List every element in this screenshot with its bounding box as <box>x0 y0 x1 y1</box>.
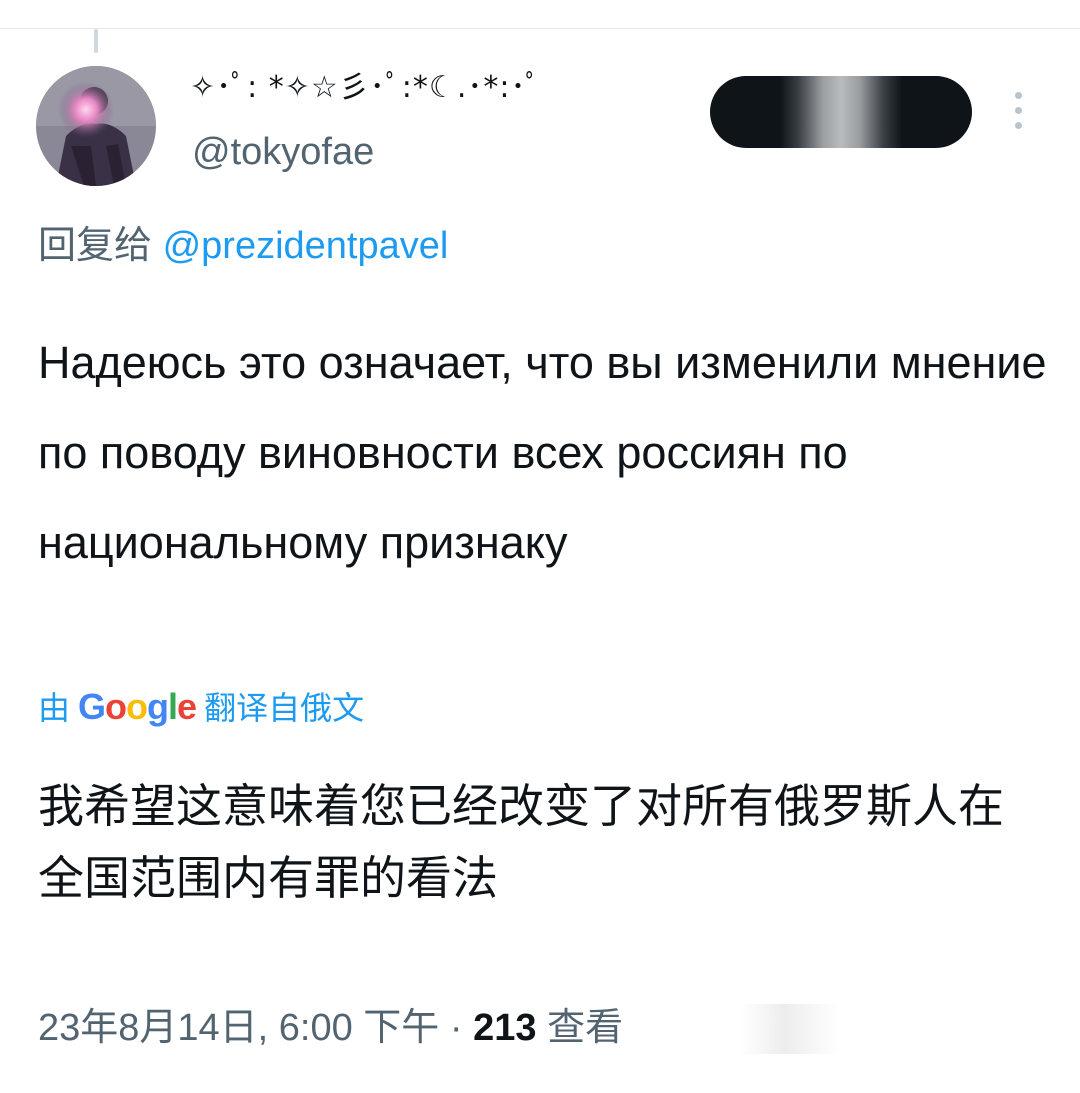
top-divider <box>0 0 1080 29</box>
author-handle[interactable]: @tokyofae <box>192 130 374 174</box>
follow-button[interactable] <box>710 76 972 148</box>
author-display-name[interactable]: ✧･ﾟ: *✧☆彡･ﾟ:*☾.･*:･ﾟ <box>190 68 541 108</box>
tweet-meta: 23年8月14日, 6:00 下午 · 213 查看 <box>38 1002 623 1054</box>
reply-context: 回复给 @prezidentpavel <box>38 222 448 270</box>
tweet-text: Надеюсь это означает, что вы изменили мн… <box>38 337 1047 568</box>
reply-mention-link[interactable]: @prezidentpavel <box>163 225 449 267</box>
google-logo: Google <box>78 686 197 727</box>
thread-connector <box>94 29 98 53</box>
translation-by-prefix: 由 <box>38 690 71 726</box>
translated-text: 我希望这意味着您已经改变了对所有俄罗斯人在全国范围内有罪的看法 <box>38 779 1004 905</box>
avatar-image <box>36 66 156 186</box>
views-label: 查看 <box>547 1007 624 1049</box>
timestamp-link[interactable]: 23年8月14日, 6:00 下午 <box>38 1007 439 1049</box>
reply-prefix: 回复给 <box>38 225 153 267</box>
avatar[interactable] <box>36 66 156 186</box>
translation-suffix: 翻译自俄文 <box>204 690 365 726</box>
views-count: 213 <box>473 1007 537 1049</box>
more-vertical-icon[interactable] <box>1008 92 1028 136</box>
translation-credit[interactable]: 由 Google 翻译自俄文 <box>38 685 364 729</box>
watermark-blur <box>740 1004 840 1054</box>
follow-button-label-blurred <box>780 76 902 148</box>
meta-separator: · <box>449 1007 463 1049</box>
